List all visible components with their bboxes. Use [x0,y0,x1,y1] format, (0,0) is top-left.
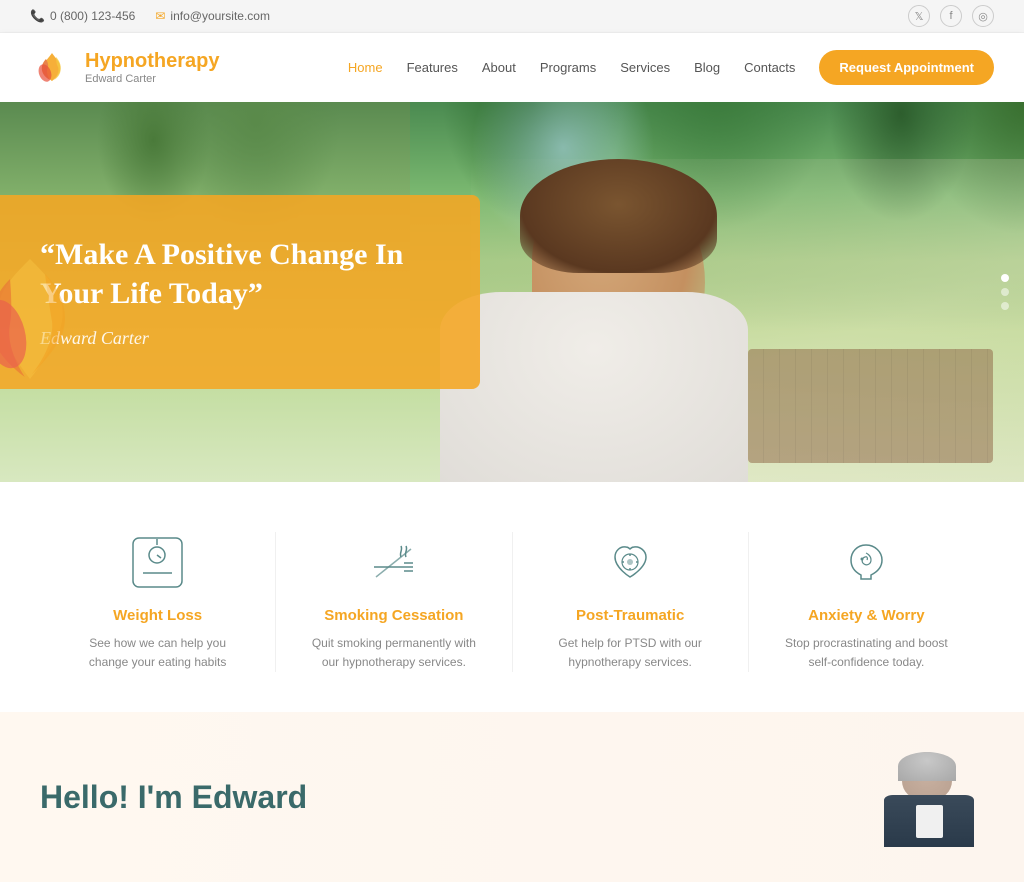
instagram-icon[interactable]: ◎ [972,5,994,27]
bottom-section: Hello! I'm Edward [0,712,1024,882]
smoking-icon [364,532,424,592]
edward-avatar-container [864,747,984,847]
email-contact: ✉ info@yoursite.com [155,9,270,23]
nav-features[interactable]: Features [407,60,458,75]
logo-text: Hypnotherapy Edward Carter [85,50,219,85]
nav-blog[interactable]: Blog [694,60,720,75]
ptsd-title: Post-Traumatic [543,607,718,624]
slider-dot-1[interactable] [1001,274,1009,282]
phone-contact: 📞 0 (800) 123-456 [30,9,135,23]
anxiety-desc: Stop procrastinating and boost self-conf… [779,634,954,672]
slider-dots [1001,274,1009,310]
smoking-desc: Quit smoking permanently with our hypnot… [306,634,481,672]
bottom-content: Hello! I'm Edward [40,779,834,816]
anxiety-icon [836,532,896,592]
phone-icon: 📞 [30,9,45,23]
weight-loss-desc: See how we can help you change your eati… [70,634,245,672]
services-section: Weight Loss See how we can help you chan… [0,482,1024,712]
slider-dot-3[interactable] [1001,302,1009,310]
email-address: info@yoursite.com [170,9,270,23]
service-smoking: Smoking Cessation Quit smoking permanent… [276,532,512,672]
logo-icon [30,45,75,90]
hero-overlay: “Make A Positive Change In Your Life Tod… [0,195,480,389]
brand-sub: Edward Carter [85,73,219,85]
ptsd-desc: Get help for PTSD with our hypnotherapy … [543,634,718,672]
nav-programs[interactable]: Programs [540,60,596,75]
hero-author: Edward Carter [40,328,430,349]
slider-dot-2[interactable] [1001,288,1009,296]
top-bar: 📞 0 (800) 123-456 ✉ info@yoursite.com 𝕏 … [0,0,1024,33]
facebook-icon[interactable]: f [940,5,962,27]
flame-decoration [0,239,90,399]
nav-about[interactable]: About [482,60,516,75]
weight-loss-title: Weight Loss [70,607,245,624]
hero-image [410,102,1024,482]
header: Hypnotherapy Edward Carter Home Features… [0,33,1024,102]
main-nav: Home Features About Programs Services Bl… [348,50,994,85]
service-weight-loss: Weight Loss See how we can help you chan… [40,532,276,672]
weight-loss-icon [128,532,188,592]
request-appointment-button[interactable]: Request Appointment [819,50,994,85]
email-icon: ✉ [155,9,165,23]
logo: Hypnotherapy Edward Carter [30,45,219,90]
ptsd-icon [600,532,660,592]
hero-section: “Make A Positive Change In Your Life Tod… [0,102,1024,482]
social-links: 𝕏 f ◎ [908,5,994,27]
service-ptsd: Post-Traumatic Get help for PTSD with ou… [513,532,749,672]
brand-name: Hypnotherapy [85,50,219,73]
twitter-icon[interactable]: 𝕏 [908,5,930,27]
nav-contacts[interactable]: Contacts [744,60,795,75]
anxiety-title: Anxiety & Worry [779,607,954,624]
hero-quote: “Make A Positive Change In Your Life Tod… [40,235,430,313]
bottom-title: Hello! I'm Edward [40,779,834,816]
top-bar-contact: 📞 0 (800) 123-456 ✉ info@yoursite.com [30,9,270,23]
edward-avatar [884,752,974,847]
nav-services[interactable]: Services [620,60,670,75]
service-anxiety: Anxiety & Worry Stop procrastinating and… [749,532,984,672]
phone-number: 0 (800) 123-456 [50,9,135,23]
smoking-title: Smoking Cessation [306,607,481,624]
nav-home[interactable]: Home [348,60,383,75]
